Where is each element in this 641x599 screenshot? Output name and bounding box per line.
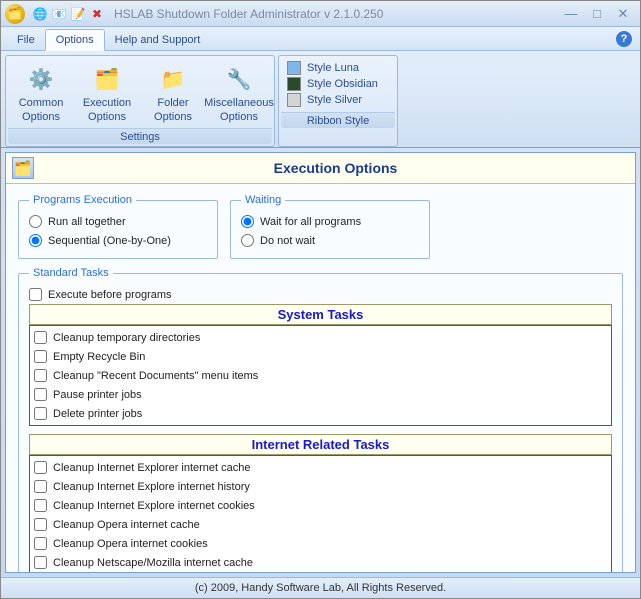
window-title: HSLAB Shutdown Folder Administrator v 2.… xyxy=(114,7,562,21)
system-tasks-box: Cleanup temporary directoriesEmpty Recyc… xyxy=(29,325,612,426)
content-panel: 🗂️ Execution Options Programs Execution … xyxy=(5,152,636,573)
task-checkbox[interactable] xyxy=(34,537,47,550)
style-item-style-luna[interactable]: Style Luna xyxy=(285,60,391,76)
minimize-button[interactable]: — xyxy=(562,6,580,22)
internet-tasks-header: Internet Related Tasks xyxy=(29,434,612,455)
swatch-icon xyxy=(287,93,301,107)
task-item[interactable]: Cleanup Opera internet cache xyxy=(34,515,607,534)
miscellaneous-icon: 🔧 xyxy=(223,63,255,95)
ribbon-group-style: Style LunaStyle ObsidianStyle Silver Rib… xyxy=(278,55,398,147)
app-window: 🗂️ 🌐 📧 📝 ✖ HSLAB Shutdown Folder Adminis… xyxy=(1,1,640,598)
style-item-style-obsidian[interactable]: Style Obsidian xyxy=(285,76,391,92)
fieldset-programs-execution: Programs Execution Run all togetherSeque… xyxy=(18,194,218,259)
exec-before-checkbox[interactable] xyxy=(29,288,42,301)
task-checkbox[interactable] xyxy=(34,499,47,512)
system-tasks-header: System Tasks xyxy=(29,304,612,325)
ribbon-btn-folder[interactable]: 📁FolderOptions xyxy=(140,58,206,126)
ribbon-btn-common[interactable]: ⚙️CommonOptions xyxy=(8,58,74,126)
radio-run-all-together[interactable]: Run all together xyxy=(29,212,207,231)
close-button[interactable]: ✕ xyxy=(614,6,632,22)
folder-icon: 📁 xyxy=(157,63,189,95)
task-checkbox[interactable] xyxy=(34,388,47,401)
menubar: File Options Help and Support ? xyxy=(1,27,640,51)
radio-sequential-one-by-one-[interactable]: Sequential (One-by-One) xyxy=(29,231,207,250)
ribbon-btn-execution[interactable]: 🗂️ExecutionOptions xyxy=(74,58,140,126)
help-icon[interactable]: ? xyxy=(616,31,632,47)
task-item[interactable]: Pause printer jobs xyxy=(34,385,607,404)
section-header: 🗂️ Execution Options xyxy=(6,153,635,184)
app-icon[interactable]: 🗂️ xyxy=(5,4,25,24)
qat-btn-3[interactable]: 📝 xyxy=(69,5,87,23)
maximize-button[interactable]: □ xyxy=(588,6,606,22)
legend-standard: Standard Tasks xyxy=(29,267,113,279)
task-item[interactable]: Cleanup Internet Explore internet histor… xyxy=(34,477,607,496)
task-item[interactable]: Empty Recycle Bin xyxy=(34,347,607,366)
footer: (c) 2009, Handy Software Lab, All Rights… xyxy=(1,577,640,598)
radio-input[interactable] xyxy=(29,234,42,247)
task-checkbox[interactable] xyxy=(34,350,47,363)
task-checkbox[interactable] xyxy=(34,369,47,382)
ribbon-group-settings: ⚙️CommonOptions🗂️ExecutionOptions📁Folder… xyxy=(5,55,275,147)
titlebar: 🗂️ 🌐 📧 📝 ✖ HSLAB Shutdown Folder Adminis… xyxy=(1,1,640,27)
swatch-icon xyxy=(287,77,301,91)
task-item[interactable]: Cleanup temporary directories xyxy=(34,328,607,347)
radio-input[interactable] xyxy=(241,234,254,247)
menu-file[interactable]: File xyxy=(7,30,45,50)
legend-waiting: Waiting xyxy=(241,194,285,206)
task-checkbox[interactable] xyxy=(34,556,47,569)
qat-btn-4[interactable]: ✖ xyxy=(88,5,106,23)
menu-options[interactable]: Options xyxy=(45,29,105,51)
ribbon-btn-miscellaneous[interactable]: 🔧MiscellaneousOptions xyxy=(206,58,272,126)
execution-icon: 🗂️ xyxy=(91,63,123,95)
quick-access-toolbar: 🌐 📧 📝 ✖ xyxy=(31,5,106,23)
task-checkbox[interactable] xyxy=(34,331,47,344)
style-item-style-silver[interactable]: Style Silver xyxy=(285,92,391,108)
body: Programs Execution Run all togetherSeque… xyxy=(6,184,635,572)
swatch-icon xyxy=(287,61,301,75)
task-item[interactable]: Cleanup Netscape/Mozilla internet cache xyxy=(34,553,607,572)
common-icon: ⚙️ xyxy=(25,63,57,95)
task-checkbox[interactable] xyxy=(34,518,47,531)
exec-before-label: Execute before programs xyxy=(48,289,172,301)
task-item[interactable]: Cleanup Opera internet cookies xyxy=(34,534,607,553)
qat-btn-1[interactable]: 🌐 xyxy=(31,5,49,23)
ribbon: ⚙️CommonOptions🗂️ExecutionOptions📁Folder… xyxy=(1,51,640,148)
section-header-icon: 🗂️ xyxy=(12,157,34,179)
legend-programs: Programs Execution xyxy=(29,194,136,206)
qat-btn-2[interactable]: 📧 xyxy=(50,5,68,23)
fieldset-waiting: Waiting Wait for all programsDo not wait xyxy=(230,194,430,259)
task-item[interactable]: Cleanup "Recent Documents" menu items xyxy=(34,366,607,385)
radio-input[interactable] xyxy=(29,215,42,228)
radio-do-not-wait[interactable]: Do not wait xyxy=(241,231,419,250)
exec-before-row[interactable]: Execute before programs xyxy=(29,285,612,304)
task-checkbox[interactable] xyxy=(34,480,47,493)
page-title: Execution Options xyxy=(42,160,629,176)
internet-tasks-box: Cleanup Internet Explorer internet cache… xyxy=(29,455,612,572)
task-checkbox[interactable] xyxy=(34,407,47,420)
task-item[interactable]: Cleanup Internet Explorer internet cache xyxy=(34,458,607,477)
ribbon-caption-settings: Settings xyxy=(8,128,272,144)
task-item[interactable]: Cleanup Internet Explore internet cookie… xyxy=(34,496,607,515)
radio-input[interactable] xyxy=(241,215,254,228)
task-item[interactable]: Delete printer jobs xyxy=(34,404,607,423)
menu-help[interactable]: Help and Support xyxy=(105,30,211,50)
task-checkbox[interactable] xyxy=(34,461,47,474)
fieldset-standard-tasks: Standard Tasks Execute before programs S… xyxy=(18,267,623,572)
ribbon-caption-style: Ribbon Style xyxy=(281,112,395,128)
radio-wait-for-all-programs[interactable]: Wait for all programs xyxy=(241,212,419,231)
window-controls: — □ ✕ xyxy=(562,6,636,22)
